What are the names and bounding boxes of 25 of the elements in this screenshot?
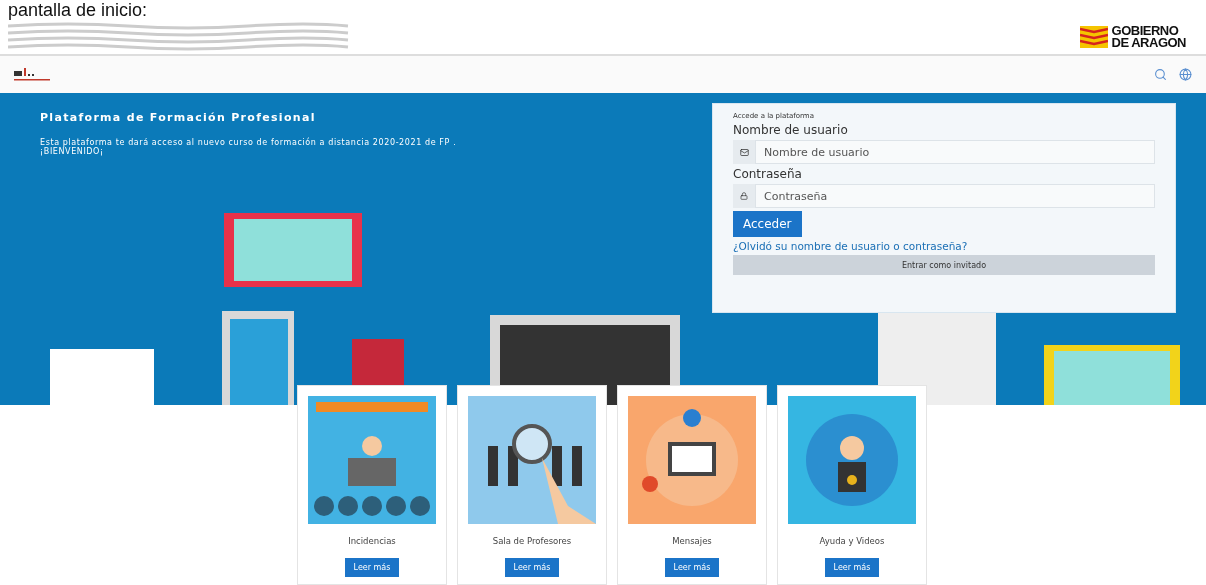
read-more-button[interactable]: Leer más [344, 558, 400, 577]
flag-icon [1079, 26, 1108, 48]
search-icon[interactable] [1154, 68, 1167, 81]
field-label: Contraseña [733, 167, 803, 181]
field-label: Nombre de usuario [733, 123, 849, 137]
read-more-button[interactable]: Leer más [664, 558, 720, 577]
guest-login-button[interactable]: Entrar como invitado [733, 255, 1155, 275]
card-title: Ayuda y Videos [819, 536, 885, 546]
government-logo-text: GOBIERNO DE ARAGON [1111, 25, 1186, 49]
hero-text: Esta plataforma te dará acceso al nuevo curso de formación a distancia 2020-2021 de FP . [40, 138, 457, 147]
username-field[interactable]: Nombre de usuario [755, 140, 1155, 164]
forgot-password-link[interactable]: ¿Olvidó su nombre de usuario o contraseña? [733, 240, 1155, 252]
card-title: Mensajes [672, 536, 712, 546]
read-more-button[interactable]: Leer más [824, 558, 880, 577]
card-title: Incidencias [348, 536, 396, 546]
read-more-button[interactable]: Leer más [504, 558, 560, 577]
hero-text: ¡BIENVENIDO¡ [40, 147, 104, 156]
login-button[interactable]: Acceder [733, 211, 802, 237]
hero-title: Plataforma de Formación Profesional [40, 111, 317, 124]
lock-icon [733, 184, 755, 208]
mail-icon [733, 140, 755, 164]
card-title: Sala de Profesores [492, 536, 572, 546]
password-field[interactable]: Contraseña [755, 184, 1155, 208]
caption-text: pantalla de inicio: [7, 0, 149, 20]
globe-icon[interactable] [1179, 68, 1192, 81]
